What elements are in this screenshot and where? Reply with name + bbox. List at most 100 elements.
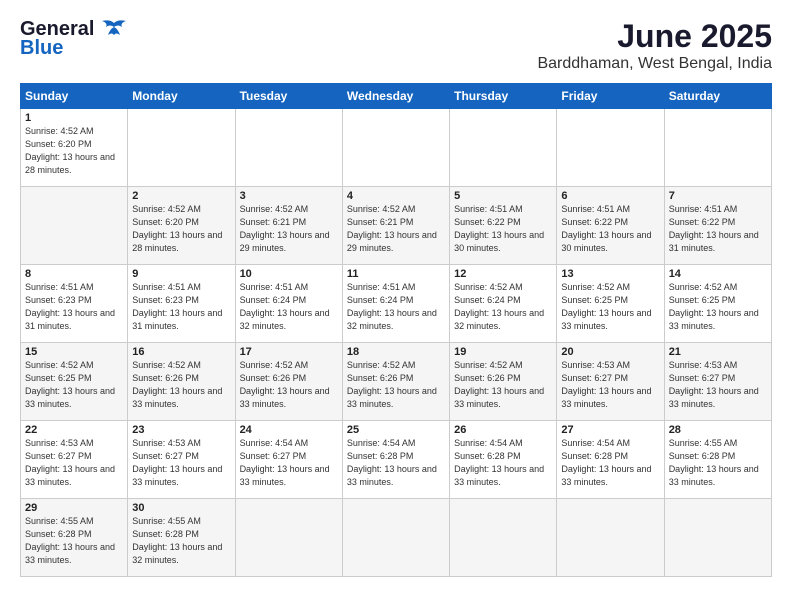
day-info: Sunrise: 4:53 AMSunset: 6:27 PMDaylight:… xyxy=(25,437,123,489)
day-number: 22 xyxy=(25,424,123,436)
calendar-week-row: 8Sunrise: 4:51 AMSunset: 6:23 PMDaylight… xyxy=(21,265,772,343)
table-row: 20Sunrise: 4:53 AMSunset: 6:27 PMDayligh… xyxy=(557,343,664,421)
day-number: 1 xyxy=(25,112,123,124)
logo-blue-text: Blue xyxy=(20,37,63,60)
table-row: 3Sunrise: 4:52 AMSunset: 6:21 PMDaylight… xyxy=(235,187,342,265)
day-info: Sunrise: 4:51 AMSunset: 6:24 PMDaylight:… xyxy=(240,281,338,333)
calendar-title: June 2025 xyxy=(537,18,772,55)
day-number: 11 xyxy=(347,268,445,280)
day-number: 2 xyxy=(132,190,230,202)
day-info: Sunrise: 4:51 AMSunset: 6:23 PMDaylight:… xyxy=(25,281,123,333)
day-info: Sunrise: 4:53 AMSunset: 6:27 PMDaylight:… xyxy=(561,359,659,411)
day-info: Sunrise: 4:52 AMSunset: 6:21 PMDaylight:… xyxy=(347,203,445,255)
day-number: 29 xyxy=(25,502,123,514)
table-row xyxy=(450,499,557,577)
table-row: 27Sunrise: 4:54 AMSunset: 6:28 PMDayligh… xyxy=(557,421,664,499)
day-number: 10 xyxy=(240,268,338,280)
table-row: 2Sunrise: 4:52 AMSunset: 6:20 PMDaylight… xyxy=(128,187,235,265)
table-row: 8Sunrise: 4:51 AMSunset: 6:23 PMDaylight… xyxy=(21,265,128,343)
day-number: 17 xyxy=(240,346,338,358)
table-row xyxy=(128,109,235,187)
day-number: 28 xyxy=(669,424,767,436)
day-info: Sunrise: 4:52 AMSunset: 6:25 PMDaylight:… xyxy=(669,281,767,333)
day-number: 12 xyxy=(454,268,552,280)
calendar-table: Sunday Monday Tuesday Wednesday Thursday… xyxy=(20,83,772,577)
day-info: Sunrise: 4:51 AMSunset: 6:23 PMDaylight:… xyxy=(132,281,230,333)
day-info: Sunrise: 4:54 AMSunset: 6:28 PMDaylight:… xyxy=(347,437,445,489)
page: General Blue June 2025 Barddhaman, West … xyxy=(0,0,792,612)
day-info: Sunrise: 4:52 AMSunset: 6:24 PMDaylight:… xyxy=(454,281,552,333)
day-number: 23 xyxy=(132,424,230,436)
table-row xyxy=(235,109,342,187)
day-info: Sunrise: 4:52 AMSunset: 6:21 PMDaylight:… xyxy=(240,203,338,255)
table-row: 24Sunrise: 4:54 AMSunset: 6:27 PMDayligh… xyxy=(235,421,342,499)
header-row: Sunday Monday Tuesday Wednesday Thursday… xyxy=(21,84,772,109)
day-number: 14 xyxy=(669,268,767,280)
table-row: 1Sunrise: 4:52 AMSunset: 6:20 PMDaylight… xyxy=(21,109,128,187)
day-number: 19 xyxy=(454,346,552,358)
header-friday: Friday xyxy=(557,84,664,109)
header-tuesday: Tuesday xyxy=(235,84,342,109)
table-row: 18Sunrise: 4:52 AMSunset: 6:26 PMDayligh… xyxy=(342,343,449,421)
day-info: Sunrise: 4:53 AMSunset: 6:27 PMDaylight:… xyxy=(132,437,230,489)
title-block: June 2025 Barddhaman, West Bengal, India xyxy=(537,18,772,73)
table-row xyxy=(664,499,771,577)
table-row: 26Sunrise: 4:54 AMSunset: 6:28 PMDayligh… xyxy=(450,421,557,499)
day-info: Sunrise: 4:51 AMSunset: 6:22 PMDaylight:… xyxy=(669,203,767,255)
day-number: 7 xyxy=(669,190,767,202)
day-info: Sunrise: 4:52 AMSunset: 6:26 PMDaylight:… xyxy=(132,359,230,411)
table-row: 30Sunrise: 4:55 AMSunset: 6:28 PMDayligh… xyxy=(128,499,235,577)
table-row: 21Sunrise: 4:53 AMSunset: 6:27 PMDayligh… xyxy=(664,343,771,421)
header: General Blue June 2025 Barddhaman, West … xyxy=(20,18,772,73)
day-number: 21 xyxy=(669,346,767,358)
table-row: 22Sunrise: 4:53 AMSunset: 6:27 PMDayligh… xyxy=(21,421,128,499)
table-row xyxy=(21,187,128,265)
day-number: 3 xyxy=(240,190,338,202)
calendar-week-row: 1Sunrise: 4:52 AMSunset: 6:20 PMDaylight… xyxy=(21,109,772,187)
day-number: 25 xyxy=(347,424,445,436)
calendar-week-row: 22Sunrise: 4:53 AMSunset: 6:27 PMDayligh… xyxy=(21,421,772,499)
calendar-week-row: 2Sunrise: 4:52 AMSunset: 6:20 PMDaylight… xyxy=(21,187,772,265)
table-row xyxy=(557,499,664,577)
header-saturday: Saturday xyxy=(664,84,771,109)
table-row: 29Sunrise: 4:55 AMSunset: 6:28 PMDayligh… xyxy=(21,499,128,577)
calendar-week-row: 15Sunrise: 4:52 AMSunset: 6:25 PMDayligh… xyxy=(21,343,772,421)
day-number: 26 xyxy=(454,424,552,436)
day-info: Sunrise: 4:53 AMSunset: 6:27 PMDaylight:… xyxy=(669,359,767,411)
day-info: Sunrise: 4:52 AMSunset: 6:25 PMDaylight:… xyxy=(561,281,659,333)
day-number: 24 xyxy=(240,424,338,436)
calendar-subtitle: Barddhaman, West Bengal, India xyxy=(537,55,772,73)
day-number: 20 xyxy=(561,346,659,358)
day-number: 4 xyxy=(347,190,445,202)
table-row: 10Sunrise: 4:51 AMSunset: 6:24 PMDayligh… xyxy=(235,265,342,343)
day-info: Sunrise: 4:54 AMSunset: 6:28 PMDaylight:… xyxy=(454,437,552,489)
calendar-week-row: 29Sunrise: 4:55 AMSunset: 6:28 PMDayligh… xyxy=(21,499,772,577)
header-thursday: Thursday xyxy=(450,84,557,109)
table-row: 28Sunrise: 4:55 AMSunset: 6:28 PMDayligh… xyxy=(664,421,771,499)
table-row: 5Sunrise: 4:51 AMSunset: 6:22 PMDaylight… xyxy=(450,187,557,265)
day-info: Sunrise: 4:55 AMSunset: 6:28 PMDaylight:… xyxy=(25,515,123,567)
logo-bird-icon xyxy=(100,19,128,41)
table-row: 19Sunrise: 4:52 AMSunset: 6:26 PMDayligh… xyxy=(450,343,557,421)
day-number: 5 xyxy=(454,190,552,202)
day-info: Sunrise: 4:55 AMSunset: 6:28 PMDaylight:… xyxy=(669,437,767,489)
table-row: 12Sunrise: 4:52 AMSunset: 6:24 PMDayligh… xyxy=(450,265,557,343)
logo: General Blue xyxy=(20,18,128,60)
day-info: Sunrise: 4:52 AMSunset: 6:26 PMDaylight:… xyxy=(347,359,445,411)
day-info: Sunrise: 4:51 AMSunset: 6:22 PMDaylight:… xyxy=(561,203,659,255)
table-row: 14Sunrise: 4:52 AMSunset: 6:25 PMDayligh… xyxy=(664,265,771,343)
table-row xyxy=(664,109,771,187)
day-info: Sunrise: 4:52 AMSunset: 6:20 PMDaylight:… xyxy=(132,203,230,255)
table-row xyxy=(557,109,664,187)
table-row: 17Sunrise: 4:52 AMSunset: 6:26 PMDayligh… xyxy=(235,343,342,421)
table-row: 25Sunrise: 4:54 AMSunset: 6:28 PMDayligh… xyxy=(342,421,449,499)
header-sunday: Sunday xyxy=(21,84,128,109)
day-info: Sunrise: 4:55 AMSunset: 6:28 PMDaylight:… xyxy=(132,515,230,567)
day-number: 8 xyxy=(25,268,123,280)
day-info: Sunrise: 4:52 AMSunset: 6:25 PMDaylight:… xyxy=(25,359,123,411)
day-info: Sunrise: 4:52 AMSunset: 6:20 PMDaylight:… xyxy=(25,125,123,177)
day-info: Sunrise: 4:51 AMSunset: 6:24 PMDaylight:… xyxy=(347,281,445,333)
table-row xyxy=(235,499,342,577)
day-info: Sunrise: 4:52 AMSunset: 6:26 PMDaylight:… xyxy=(240,359,338,411)
day-info: Sunrise: 4:52 AMSunset: 6:26 PMDaylight:… xyxy=(454,359,552,411)
